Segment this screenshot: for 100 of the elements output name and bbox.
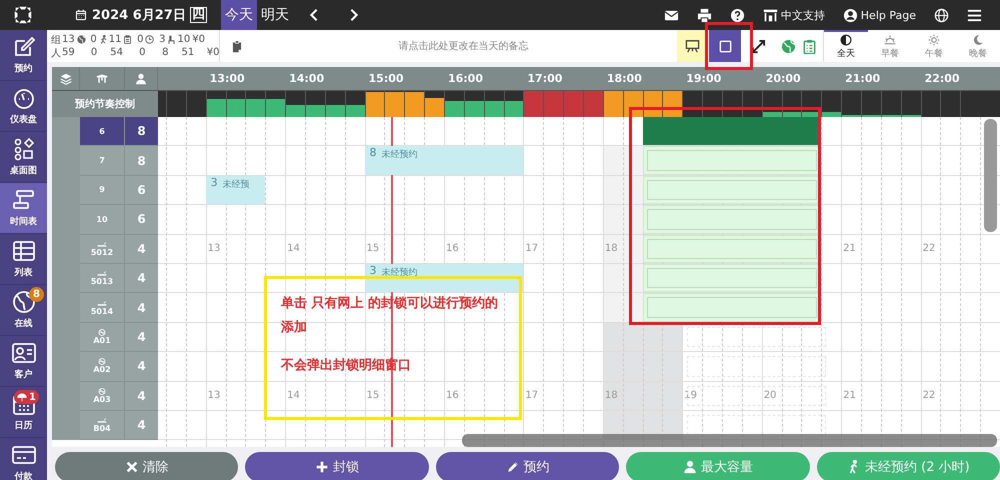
hour-mark: 17 [525,390,538,401]
link-text: 中文支持 [780,8,825,22]
table-name: A03 [93,394,111,404]
table-name-cell[interactable]: 5013 [80,264,125,294]
table-name-cell[interactable]: A02 [80,352,125,382]
user-icon [842,8,858,22]
stat-value: 0 [138,47,146,58]
table-name-cell[interactable]: A03 [80,382,125,411]
table-name-cell[interactable]: 5012 [80,234,125,264]
previous-icon[interactable] [308,8,319,22]
next-icon[interactable] [348,8,359,22]
row-gutter [52,117,80,146]
help-page-link[interactable]: Help Page [842,8,916,22]
table-name-cell[interactable]: 9 [80,176,125,206]
block-button[interactable]: 封锁 [245,452,429,480]
hour-label: 15:00 [368,72,404,85]
table-name-cell[interactable]: 7 [80,146,125,176]
table-name-cell[interactable]: 10 [80,205,125,235]
hour-label: 14:00 [289,72,324,85]
chinese-support-link[interactable]: 中文支持 [762,8,825,22]
clipboard-icon[interactable] [802,38,817,54]
stat-value: 8 [161,47,168,58]
walk-in-booking[interactable]: 8 未经预约 [364,146,524,175]
capacity-cell: 4 [125,382,158,411]
square-button[interactable] [709,30,741,62]
table-name-cell[interactable]: 6 [80,117,125,146]
day-tab[interactable]: 明天 [256,0,293,30]
stat-value: 54 [110,47,122,58]
capacity-cell: 4 [125,264,158,294]
note-icon[interactable] [232,40,242,52]
badge-count: 1 [29,392,36,402]
table-name: 6 [99,126,105,136]
stat-value: 13 [62,34,75,45]
stat-label: 组 [51,34,61,46]
hour-mark: 22 [922,390,936,401]
person-icon [682,460,697,474]
capacity-button[interactable]: 最大容量 [626,452,810,480]
cigarette-icon [97,300,107,307]
table-name: 9 [99,185,105,194]
memo-field[interactable]: 请点击此处更改在当天的备忘 [250,40,677,52]
stat-value: 0 [136,34,144,45]
table-name-cell[interactable]: B04 [80,410,125,440]
sidebar-item[interactable]: 时间表 [0,183,47,234]
sidebar-item[interactable]: 列表 [0,234,47,285]
table-name: 7 [99,156,105,166]
layers-icon [60,72,72,84]
sidebar-item[interactable]: 仪表盘 [0,81,47,132]
expand-icon [750,38,766,54]
vertical-scrollbar[interactable] [984,119,997,232]
hour-mark: 16 [446,242,459,254]
capacity-cell: 4 [125,293,158,323]
globe-icon[interactable] [934,8,949,22]
stat-value: 0 [90,47,98,58]
hour-label: 19:00 [686,72,722,85]
credit-card-icon [12,443,36,467]
clear-button[interactable]: 清除 [55,452,238,480]
pencil-icon [506,460,520,474]
walkin-button[interactable]: 未经预约 (2 小时) [816,452,1000,480]
sidebar-item[interactable]: 在线 8 [0,285,47,336]
stat-value: 3 [158,34,166,45]
calendar-icon [75,9,87,21]
capacity-cell: 8 [125,146,158,176]
stat-value: 11 [108,34,122,45]
hour-mark: 21 [843,242,856,254]
chair-icon [167,35,176,44]
table-name-cell[interactable]: 5014 [80,293,125,323]
meal-tab[interactable]: 早餐 [868,30,912,62]
globe-icon [12,290,36,314]
no-smoking-icon [97,388,107,395]
gauge-icon [12,86,36,110]
row-gutter [52,410,80,440]
hour-mark: 15 [366,242,380,254]
capacity-cell: 4 [125,410,158,440]
printer-icon[interactable] [696,8,712,22]
horizontal-scrollbar[interactable] [462,434,997,447]
highlight-frame [705,22,753,70]
presentation-button[interactable] [677,30,707,62]
cigarette-icon [97,417,107,424]
sunrise-icon [884,34,896,46]
moon-icon [972,34,984,46]
meal-tab[interactable]: 全天 [824,30,868,62]
hour-label: 13:00 [210,72,245,85]
hour-label: 21:00 [845,72,880,85]
hour-label: 16:00 [448,72,483,85]
umbrella-icon [17,392,27,402]
walk-in-booking[interactable]: 3 未经预 [206,176,266,204]
table-name-cell[interactable]: A01 [80,322,125,352]
table-name: A01 [93,336,111,345]
help-icon[interactable] [730,8,745,22]
sidebar-item[interactable]: 客户 [0,336,47,387]
meal-tab[interactable]: 晚餐 [956,30,1000,62]
logo-icon[interactable] [12,4,34,26]
table-name: 10 [96,214,108,224]
menu-icon[interactable] [967,8,982,22]
sidebar-item[interactable]: 日历 1 [0,387,47,438]
day-tab[interactable]: 今天 [220,0,257,30]
table-name: A02 [93,365,111,374]
book-button[interactable]: 预约 [436,452,620,480]
stat-label: 人 [51,46,61,60]
meal-tab[interactable]: 午餐 [912,30,956,62]
